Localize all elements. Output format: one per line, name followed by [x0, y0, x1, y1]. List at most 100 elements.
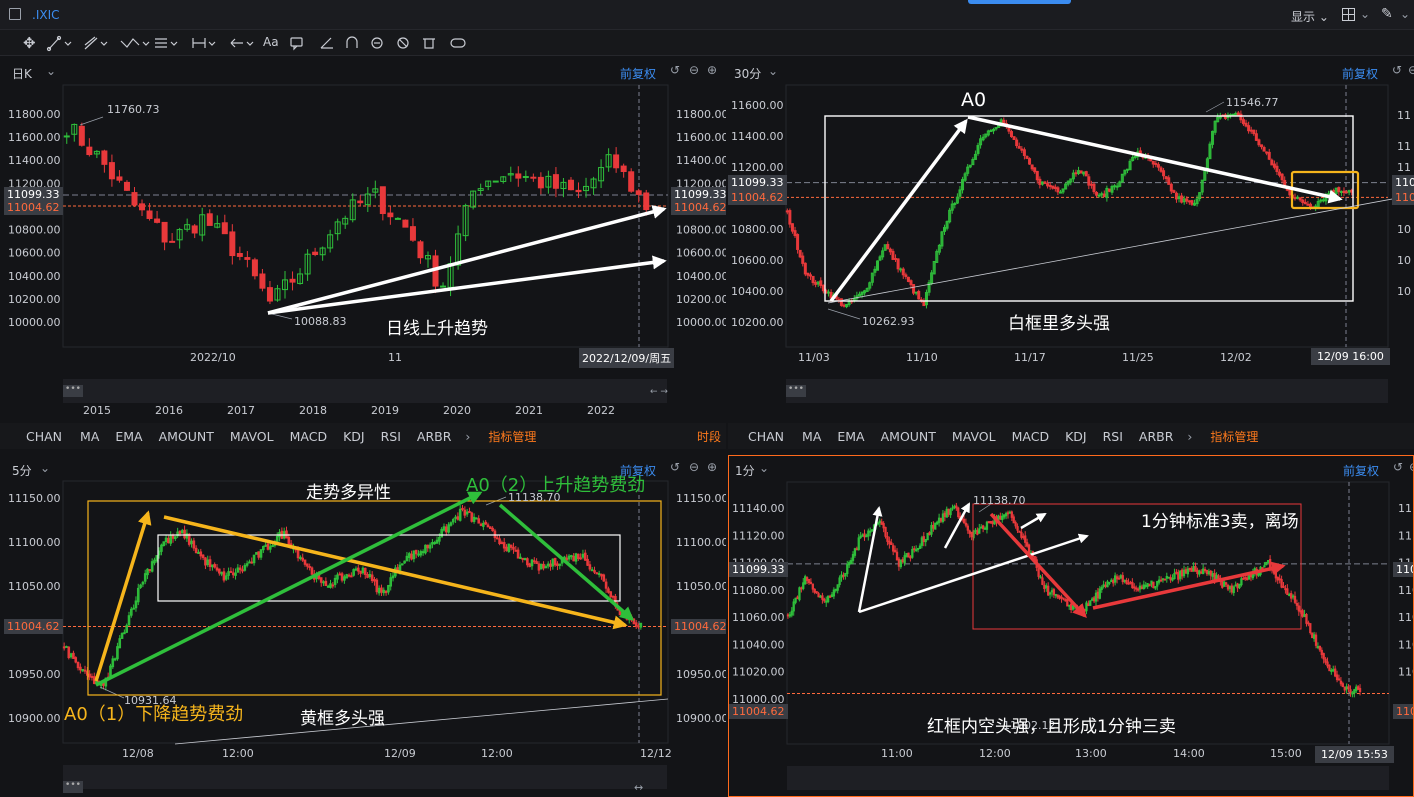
- m5-candle-body: [171, 534, 175, 539]
- m30-candle-body: [1306, 203, 1310, 206]
- layout-grid-icon[interactable]: [1342, 8, 1355, 21]
- right-last-tag: 110: [1392, 190, 1414, 205]
- indicator-rsi[interactable]: RSI: [381, 429, 401, 444]
- m1-candle-body: [1022, 536, 1025, 539]
- m1-candle-body: [1014, 522, 1017, 527]
- indicator-mavol[interactable]: MAVOL: [952, 429, 996, 444]
- m1-candle-body: [1343, 686, 1346, 691]
- m5-chart-panel[interactable]: 5分 ⌄ 前复权 ↺ ⊖ ⊕ 11150.00 11150.00 11100.00 1…: [0, 455, 726, 797]
- display-menu[interactable]: 显示 ⌄: [1291, 8, 1329, 25]
- m1-candle-body: [1052, 589, 1056, 595]
- pencil-icon[interactable]: ✎: [1381, 6, 1393, 22]
- indicator-kdj[interactable]: KDJ: [343, 429, 365, 444]
- m5-candle-body: [583, 552, 587, 561]
- chevron-down-icon[interactable]: ⌄: [1360, 7, 1370, 21]
- overview-navigator[interactable]: [63, 379, 667, 403]
- m30-candle-body: [917, 290, 921, 300]
- m5-candle-body: [83, 669, 87, 672]
- indicator-rsi[interactable]: RSI: [1103, 429, 1123, 444]
- indicator-chan[interactable]: CHAN: [748, 429, 784, 444]
- m5-candles[interactable]: 11150.00 11150.00 11100.00 11100.00 11050.00…: [0, 455, 726, 797]
- indicator-amount[interactable]: AMOUNT: [881, 429, 936, 444]
- m1-candle-body: [1284, 588, 1287, 591]
- m30-candle-body: [899, 268, 903, 271]
- m5-candle-body: [197, 552, 200, 555]
- indicator-manage[interactable]: 指标管理: [488, 428, 536, 445]
- m1-candles[interactable]: 11140.0011120.0011100.0011080.0011060.00…: [729, 456, 1414, 797]
- m1-candle-body: [1163, 578, 1167, 581]
- daily-candle-body: [154, 218, 161, 223]
- indicator-arbr[interactable]: ARBR: [1139, 429, 1174, 444]
- m30-candle-body: [806, 272, 810, 276]
- indicator-arbr[interactable]: ARBR: [417, 429, 452, 444]
- indicator-macd[interactable]: MACD: [1012, 429, 1049, 444]
- a0-up-arrow: [829, 118, 968, 303]
- chevron-right-icon[interactable]: ›: [1187, 429, 1192, 444]
- indicator-kdj[interactable]: KDJ: [1065, 429, 1087, 444]
- indicator-amount[interactable]: AMOUNT: [159, 429, 214, 444]
- navigator-handle[interactable]: •••: [786, 385, 806, 397]
- m1-candle-body: [1159, 579, 1163, 582]
- m30-chart-panel[interactable]: 30分 ⌄ 前复权 ↺ ⊖ 11600.0011400.0011200.0011…: [728, 57, 1414, 453]
- m30-candle-body: [1247, 125, 1251, 132]
- m5-candle-body: [76, 661, 80, 669]
- window-icon[interactable]: [9, 8, 21, 20]
- indicator-chan[interactable]: CHAN: [26, 429, 62, 444]
- text-tool-button[interactable]: Aa: [263, 35, 279, 49]
- chevron-right-icon[interactable]: ›: [465, 429, 470, 444]
- m5-candle-body: [204, 557, 207, 566]
- m1-candle-body: [1322, 653, 1325, 660]
- m1-candle-body: [876, 522, 880, 525]
- m5-candle-body: [229, 570, 233, 573]
- m5-right-tick: 11100.00: [676, 536, 726, 549]
- m1-candle-body: [1339, 680, 1343, 685]
- m1-candle-body: [1129, 581, 1132, 584]
- indicator-ema[interactable]: EMA: [115, 429, 142, 444]
- m5-candle-body: [526, 558, 529, 566]
- m1-candle-body: [1244, 577, 1247, 580]
- m5-candle-body: [370, 574, 374, 582]
- drawing-tools-icons[interactable]: [45, 33, 475, 53]
- indicator-ema[interactable]: EMA: [837, 429, 864, 444]
- daily-candle-body: [289, 278, 296, 283]
- m30-candle-body: [842, 304, 846, 307]
- navigator-arrows-icon[interactable]: ← →: [650, 387, 668, 397]
- indicator-manage[interactable]: 指标管理: [1210, 428, 1258, 445]
- navigator-arrows-icon[interactable]: ↔: [634, 781, 643, 794]
- m1-candle-body: [980, 526, 983, 529]
- m30-candle-body: [901, 268, 905, 276]
- m5-candle-body: [479, 523, 483, 526]
- m30-candle-body: [1172, 190, 1176, 193]
- m1-candle-body: [1135, 587, 1138, 590]
- navigator-handle[interactable]: •••: [63, 385, 83, 397]
- daily-left-tick: 10200.00: [8, 293, 61, 306]
- timeshare-button[interactable]: 时段: [697, 428, 721, 445]
- m5-candle-body: [509, 544, 513, 548]
- daily-candle-body: [635, 190, 642, 195]
- indicator-ma[interactable]: MA: [802, 429, 821, 444]
- daily-left-tick: 10400.00: [8, 270, 61, 283]
- m30-candle-body: [1244, 122, 1248, 127]
- overview-navigator[interactable]: [63, 765, 667, 789]
- overview-navigator[interactable]: [786, 379, 1388, 403]
- m1-candle-body: [1295, 603, 1299, 606]
- m5-candle-body: [72, 652, 75, 659]
- move-cross-icon[interactable]: ✥: [23, 34, 36, 52]
- m5-candle-body: [590, 569, 594, 572]
- m1-chart-panel[interactable]: 1分 ⌄ 前复权 ↺ ⊖ 11140.0011120.0011100.00110…: [728, 455, 1414, 797]
- m30-candle-body: [1301, 199, 1305, 203]
- overview-navigator[interactable]: [787, 766, 1389, 790]
- m1-right-tick: 111: [1398, 529, 1414, 542]
- m1-candle-body: [1324, 658, 1327, 663]
- indicator-macd[interactable]: MACD: [290, 429, 327, 444]
- navigator-handle[interactable]: •••: [63, 781, 83, 793]
- symbol-label[interactable]: .IXIC: [32, 8, 60, 22]
- m1-candle-body: [987, 521, 991, 524]
- m30-candle-body: [1319, 199, 1323, 202]
- chevron-down-icon[interactable]: ⌄: [1400, 7, 1410, 21]
- m1-candle-body: [1334, 668, 1337, 677]
- daily-chart-panel[interactable]: 日K ⌄ 前复权 ↺ ⊖ ⊕ 11800.00 11800.00 11600.00 1…: [0, 57, 726, 453]
- indicator-ma[interactable]: MA: [80, 429, 99, 444]
- m30-candle-body: [1159, 167, 1163, 172]
- indicator-mavol[interactable]: MAVOL: [230, 429, 274, 444]
